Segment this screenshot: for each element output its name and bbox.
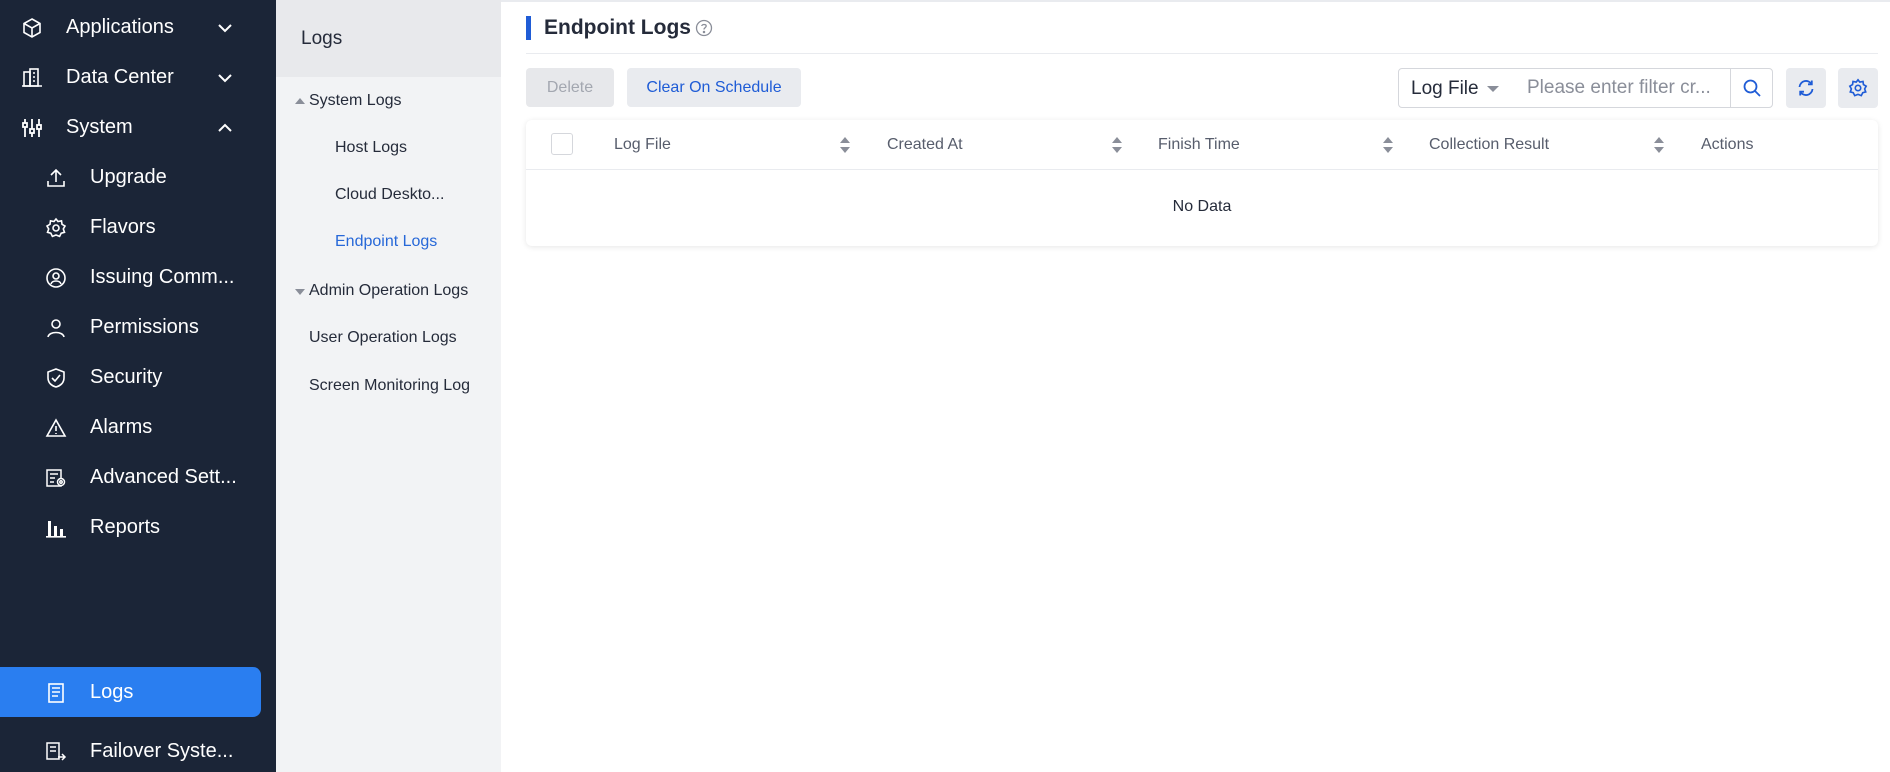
search-icon xyxy=(1743,79,1761,97)
nav-item-applications[interactable]: Applications xyxy=(0,2,276,52)
sort-icon[interactable] xyxy=(1111,135,1123,155)
nav-label: Issuing Comm... xyxy=(90,265,235,288)
settings-button[interactable] xyxy=(1838,68,1878,108)
tree-node-endpoint-logs[interactable]: Endpoint Logs xyxy=(335,233,437,251)
sort-icon[interactable] xyxy=(839,135,851,155)
failover-icon xyxy=(44,740,68,764)
clear-on-schedule-button[interactable]: Clear On Schedule xyxy=(627,68,801,107)
tree-node-host-logs[interactable]: Host Logs xyxy=(335,139,407,157)
nav-item-system[interactable]: System xyxy=(0,102,276,152)
nav-item-security[interactable]: Security xyxy=(0,352,276,402)
advanced-settings-icon xyxy=(44,466,68,490)
at-circle-icon xyxy=(44,266,68,290)
filter-field-value: Log File xyxy=(1411,78,1479,99)
shield-icon xyxy=(44,366,68,390)
tree-node-screen-monitoring-log[interactable]: Screen Monitoring Log xyxy=(309,377,470,395)
tree-node-admin-operation-logs[interactable]: Admin Operation Logs xyxy=(309,282,468,300)
nav-label: Applications xyxy=(66,15,174,38)
tree-node-cloud-desktop[interactable]: Cloud Deskto... xyxy=(335,186,444,204)
chevron-up-icon xyxy=(218,123,232,132)
column-header-collection-result[interactable]: Collection Result xyxy=(1429,136,1549,154)
main-navigation: Applications Data Center System Upgrade … xyxy=(0,0,276,772)
tree-node-system-logs[interactable]: System Logs xyxy=(309,92,401,110)
column-header-log-file[interactable]: Log File xyxy=(614,136,671,154)
nav-label: Upgrade xyxy=(90,165,167,188)
nav-label: Logs xyxy=(90,680,134,703)
column-header-created-at[interactable]: Created At xyxy=(887,136,963,154)
sliders-icon xyxy=(20,116,44,140)
empty-state-text: No Data xyxy=(1172,198,1232,215)
select-all-checkbox[interactable] xyxy=(551,133,573,155)
nav-item-upgrade[interactable]: Upgrade xyxy=(0,152,276,202)
chevron-down-icon xyxy=(218,24,232,33)
column-header-actions: Actions xyxy=(1701,136,1754,153)
tree-title: Logs xyxy=(301,28,343,49)
top-divider xyxy=(501,0,1890,2)
column-header-finish-time[interactable]: Finish Time xyxy=(1158,136,1240,154)
sort-icon[interactable] xyxy=(1382,135,1394,155)
title-divider xyxy=(526,53,1878,54)
tree-node-user-operation-logs[interactable]: User Operation Logs xyxy=(309,329,457,347)
nav-label: Alarms xyxy=(90,415,153,438)
dropdown-arrow-icon xyxy=(1487,86,1499,92)
logs-tree-panel: Logs System Logs Host Logs Cloud Deskto.… xyxy=(276,0,501,772)
nav-label: Permissions xyxy=(90,315,199,338)
search-input[interactable] xyxy=(1509,68,1731,108)
main-content: Endpoint Logs Delete Clear On Schedule L… xyxy=(501,0,1890,772)
refresh-button[interactable] xyxy=(1786,68,1826,108)
user-icon xyxy=(44,316,68,340)
document-icon xyxy=(44,681,68,705)
gear-icon xyxy=(1848,78,1868,97)
delete-button[interactable]: Delete xyxy=(526,68,614,107)
page-title: Endpoint Logs xyxy=(544,16,691,39)
cube-icon xyxy=(20,16,44,40)
nav-label: Advanced Sett... xyxy=(90,465,237,488)
caret-up-icon[interactable] xyxy=(295,98,305,104)
warning-icon xyxy=(44,416,68,440)
caret-down-icon[interactable] xyxy=(295,289,305,295)
nav-item-permissions[interactable]: Permissions xyxy=(0,302,276,352)
gear-icon xyxy=(44,216,68,240)
nav-item-data-center[interactable]: Data Center xyxy=(0,52,276,102)
nav-label: Flavors xyxy=(90,215,156,238)
help-icon[interactable] xyxy=(695,19,713,37)
nav-item-issuing-commands[interactable]: Issuing Comm... xyxy=(0,252,276,302)
refresh-icon xyxy=(1798,80,1814,96)
nav-item-failover-system[interactable]: Failover Syste... xyxy=(0,726,276,772)
chevron-down-icon xyxy=(218,74,232,83)
building-icon xyxy=(20,66,44,90)
nav-label: Security xyxy=(90,365,163,388)
sort-icon[interactable] xyxy=(1653,135,1665,155)
nav-label: Failover Syste... xyxy=(90,739,234,762)
filter-field-select[interactable]: Log File xyxy=(1398,68,1510,108)
nav-label: Data Center xyxy=(66,65,174,88)
table-header: Log File Created At Finish Time Collecti… xyxy=(526,120,1878,170)
nav-item-advanced-settings[interactable]: Advanced Sett... xyxy=(0,452,276,502)
search-button[interactable] xyxy=(1730,68,1773,108)
nav-item-alarms[interactable]: Alarms xyxy=(0,402,276,452)
bar-chart-icon xyxy=(44,516,68,540)
nav-label: System xyxy=(66,115,133,138)
nav-item-reports[interactable]: Reports xyxy=(0,502,276,552)
tree-header: Logs xyxy=(276,0,501,77)
title-accent-bar xyxy=(526,16,531,40)
logs-table: Log File Created At Finish Time Collecti… xyxy=(526,120,1878,246)
nav-item-flavors[interactable]: Flavors xyxy=(0,202,276,252)
nav-label: Reports xyxy=(90,515,161,538)
upload-icon xyxy=(44,166,68,190)
nav-item-logs[interactable]: Logs xyxy=(0,667,276,717)
